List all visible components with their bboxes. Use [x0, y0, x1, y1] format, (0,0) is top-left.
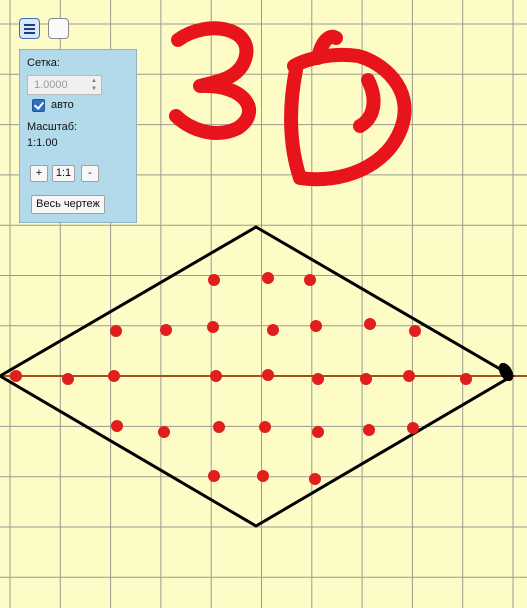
red-point[interactable] — [208, 274, 220, 286]
red-point[interactable] — [110, 325, 122, 337]
spin-up-icon[interactable]: ▲ — [88, 77, 100, 85]
red-point[interactable] — [160, 324, 172, 336]
red-point[interactable] — [259, 421, 271, 433]
zoom-in-button[interactable]: + — [30, 165, 48, 182]
auto-checkbox[interactable] — [32, 99, 45, 112]
grid-value-input[interactable]: 1.0000 ▲ ▼ — [27, 75, 102, 95]
handwritten-3-stroke — [169, 21, 256, 140]
red-point[interactable] — [360, 373, 372, 385]
grid-value-text: 1.0000 — [34, 79, 68, 91]
red-point[interactable] — [267, 324, 279, 336]
red-point[interactable] — [207, 321, 219, 333]
red-point[interactable] — [407, 422, 419, 434]
red-point[interactable] — [364, 318, 376, 330]
red-point[interactable] — [210, 370, 222, 382]
handwritten-d-stroke — [284, 29, 412, 187]
grid-label: Сетка: — [27, 57, 60, 69]
settings-panel: Сетка: 1.0000 ▲ ▼ авто Масштаб: 1:1.00 +… — [19, 49, 137, 223]
menu-button[interactable] — [19, 18, 40, 39]
red-point[interactable] — [403, 370, 415, 382]
blank-button[interactable] — [48, 18, 69, 39]
auto-label: авто — [51, 99, 74, 111]
fit-all-button[interactable]: Весь чертеж — [31, 195, 105, 214]
red-point[interactable] — [62, 373, 74, 385]
red-point[interactable] — [208, 470, 220, 482]
hamburger-menu-icon — [24, 24, 35, 36]
red-point[interactable] — [363, 424, 375, 436]
spin-arrows[interactable]: ▲ ▼ — [88, 77, 100, 93]
red-point[interactable] — [262, 369, 274, 381]
scale-label: Масштаб: — [27, 121, 78, 133]
red-point[interactable] — [409, 325, 421, 337]
red-point[interactable] — [312, 373, 324, 385]
red-point[interactable] — [460, 373, 472, 385]
red-point[interactable] — [304, 274, 316, 286]
points-layer — [10, 272, 472, 485]
spin-down-icon[interactable]: ▼ — [88, 85, 100, 93]
red-point[interactable] — [257, 470, 269, 482]
red-point[interactable] — [310, 320, 322, 332]
zoom-out-button[interactable]: - — [81, 165, 99, 182]
red-point[interactable] — [111, 420, 123, 432]
red-point[interactable] — [108, 370, 120, 382]
red-point[interactable] — [312, 426, 324, 438]
red-point[interactable] — [309, 473, 321, 485]
red-point[interactable] — [262, 272, 274, 284]
scale-value: 1:1.00 — [27, 137, 58, 149]
red-point[interactable] — [158, 426, 170, 438]
zoom-reset-button[interactable]: 1:1 — [52, 165, 75, 182]
red-point[interactable] — [10, 370, 22, 382]
red-point[interactable] — [213, 421, 225, 433]
